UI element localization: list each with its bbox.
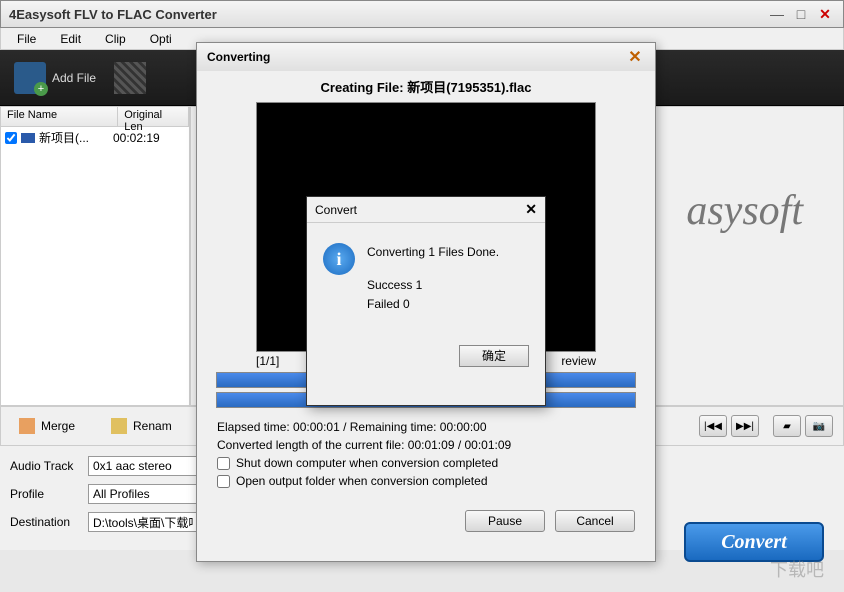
next-button[interactable]: ▶▶| (731, 415, 759, 437)
column-length[interactable]: Original Len (118, 107, 189, 126)
toolbar-button-2[interactable] (110, 58, 150, 98)
add-file-button[interactable]: Add File (10, 58, 100, 98)
add-file-label: Add File (52, 71, 96, 85)
done-text: Converting 1 Files Done. Success 1 Faile… (367, 243, 499, 315)
shutdown-label: Shut down computer when conversion compl… (236, 456, 498, 470)
rename-label: Renam (133, 419, 172, 433)
preview-label: review (561, 354, 596, 368)
merge-button[interactable]: Merge (11, 414, 83, 438)
maximize-button[interactable]: □ (791, 6, 811, 22)
cancel-button[interactable]: Cancel (555, 510, 635, 532)
converting-dialog-title: Converting (207, 50, 625, 64)
titlebar: 4Easysoft FLV to FLAC Converter — □ ✕ (0, 0, 844, 28)
file-list: File Name Original Len 新项目(... 00:02:19 (0, 106, 190, 406)
converting-close-button[interactable]: ✕ (625, 47, 645, 67)
done-dialog-body: i Converting 1 Files Done. Success 1 Fai… (307, 223, 545, 335)
converting-dialog-header[interactable]: Converting ✕ (197, 43, 655, 71)
column-filename[interactable]: File Name (1, 107, 118, 126)
menu-option[interactable]: Opti (138, 29, 184, 49)
playback-controls: |◀◀ ▶▶| ▰ 📷 (699, 415, 833, 437)
footer-watermark: 下载吧 (770, 556, 824, 582)
merge-label: Merge (41, 419, 75, 433)
menu-edit[interactable]: Edit (48, 29, 93, 49)
add-file-icon (14, 62, 46, 94)
profile-label: Profile (10, 487, 80, 501)
snapshot-button[interactable]: ▰ (773, 415, 801, 437)
menu-file[interactable]: File (5, 29, 48, 49)
done-message: Converting 1 Files Done. (367, 243, 499, 262)
creating-file-text: Creating File: 新项目(7195351).flac (197, 71, 655, 102)
pause-button[interactable]: Pause (465, 510, 545, 532)
shutdown-checkbox-row[interactable]: Shut down computer when conversion compl… (217, 456, 635, 470)
done-dialog-buttons: 确定 (307, 335, 545, 377)
rename-icon (111, 418, 127, 434)
done-dialog-header[interactable]: Convert ✕ (307, 197, 545, 223)
minimize-button[interactable]: — (767, 6, 787, 22)
conversion-info: Elapsed time: 00:00:01 / Remaining time:… (197, 412, 655, 500)
window-title: 4Easysoft FLV to FLAC Converter (9, 7, 767, 22)
open-folder-checkbox[interactable] (217, 475, 230, 488)
merge-icon (19, 418, 35, 434)
converted-length-text: Converted length of the current file: 00… (217, 438, 635, 452)
shutdown-checkbox[interactable] (217, 457, 230, 470)
audio-track-label: Audio Track (10, 459, 80, 473)
profile-select[interactable] (88, 484, 198, 504)
file-list-header: File Name Original Len (1, 107, 189, 127)
open-folder-checkbox-row[interactable]: Open output folder when conversion compl… (217, 474, 635, 488)
film-icon (114, 62, 146, 94)
window-controls: — □ ✕ (767, 6, 835, 22)
failed-count: Failed 0 (367, 295, 499, 314)
elapsed-time-text: Elapsed time: 00:00:01 / Remaining time:… (217, 420, 635, 434)
video-icon (21, 133, 35, 143)
done-dialog: Convert ✕ i Converting 1 Files Done. Suc… (306, 196, 546, 406)
rename-button[interactable]: Renam (103, 414, 180, 438)
close-button[interactable]: ✕ (815, 6, 835, 22)
destination-label: Destination (10, 515, 80, 529)
destination-input[interactable] (88, 512, 198, 532)
open-folder-label: Open output folder when conversion compl… (236, 474, 488, 488)
done-dialog-title: Convert (315, 203, 525, 217)
success-count: Success 1 (367, 276, 499, 295)
file-length: 00:02:19 (113, 131, 160, 145)
converting-dialog-buttons: Pause Cancel (197, 500, 655, 542)
done-close-button[interactable]: ✕ (525, 201, 537, 218)
camera-button[interactable]: 📷 (805, 415, 833, 437)
brand-watermark: asysoft (686, 187, 803, 235)
file-name: 新项目(... (39, 129, 109, 146)
audio-track-select[interactable] (88, 456, 198, 476)
progress-counter: [1/1] (256, 354, 279, 368)
menu-clip[interactable]: Clip (93, 29, 138, 49)
prev-button[interactable]: |◀◀ (699, 415, 727, 437)
file-row[interactable]: 新项目(... 00:02:19 (1, 127, 189, 148)
file-checkbox[interactable] (5, 132, 17, 144)
ok-button[interactable]: 确定 (459, 345, 529, 367)
info-icon: i (323, 243, 355, 275)
